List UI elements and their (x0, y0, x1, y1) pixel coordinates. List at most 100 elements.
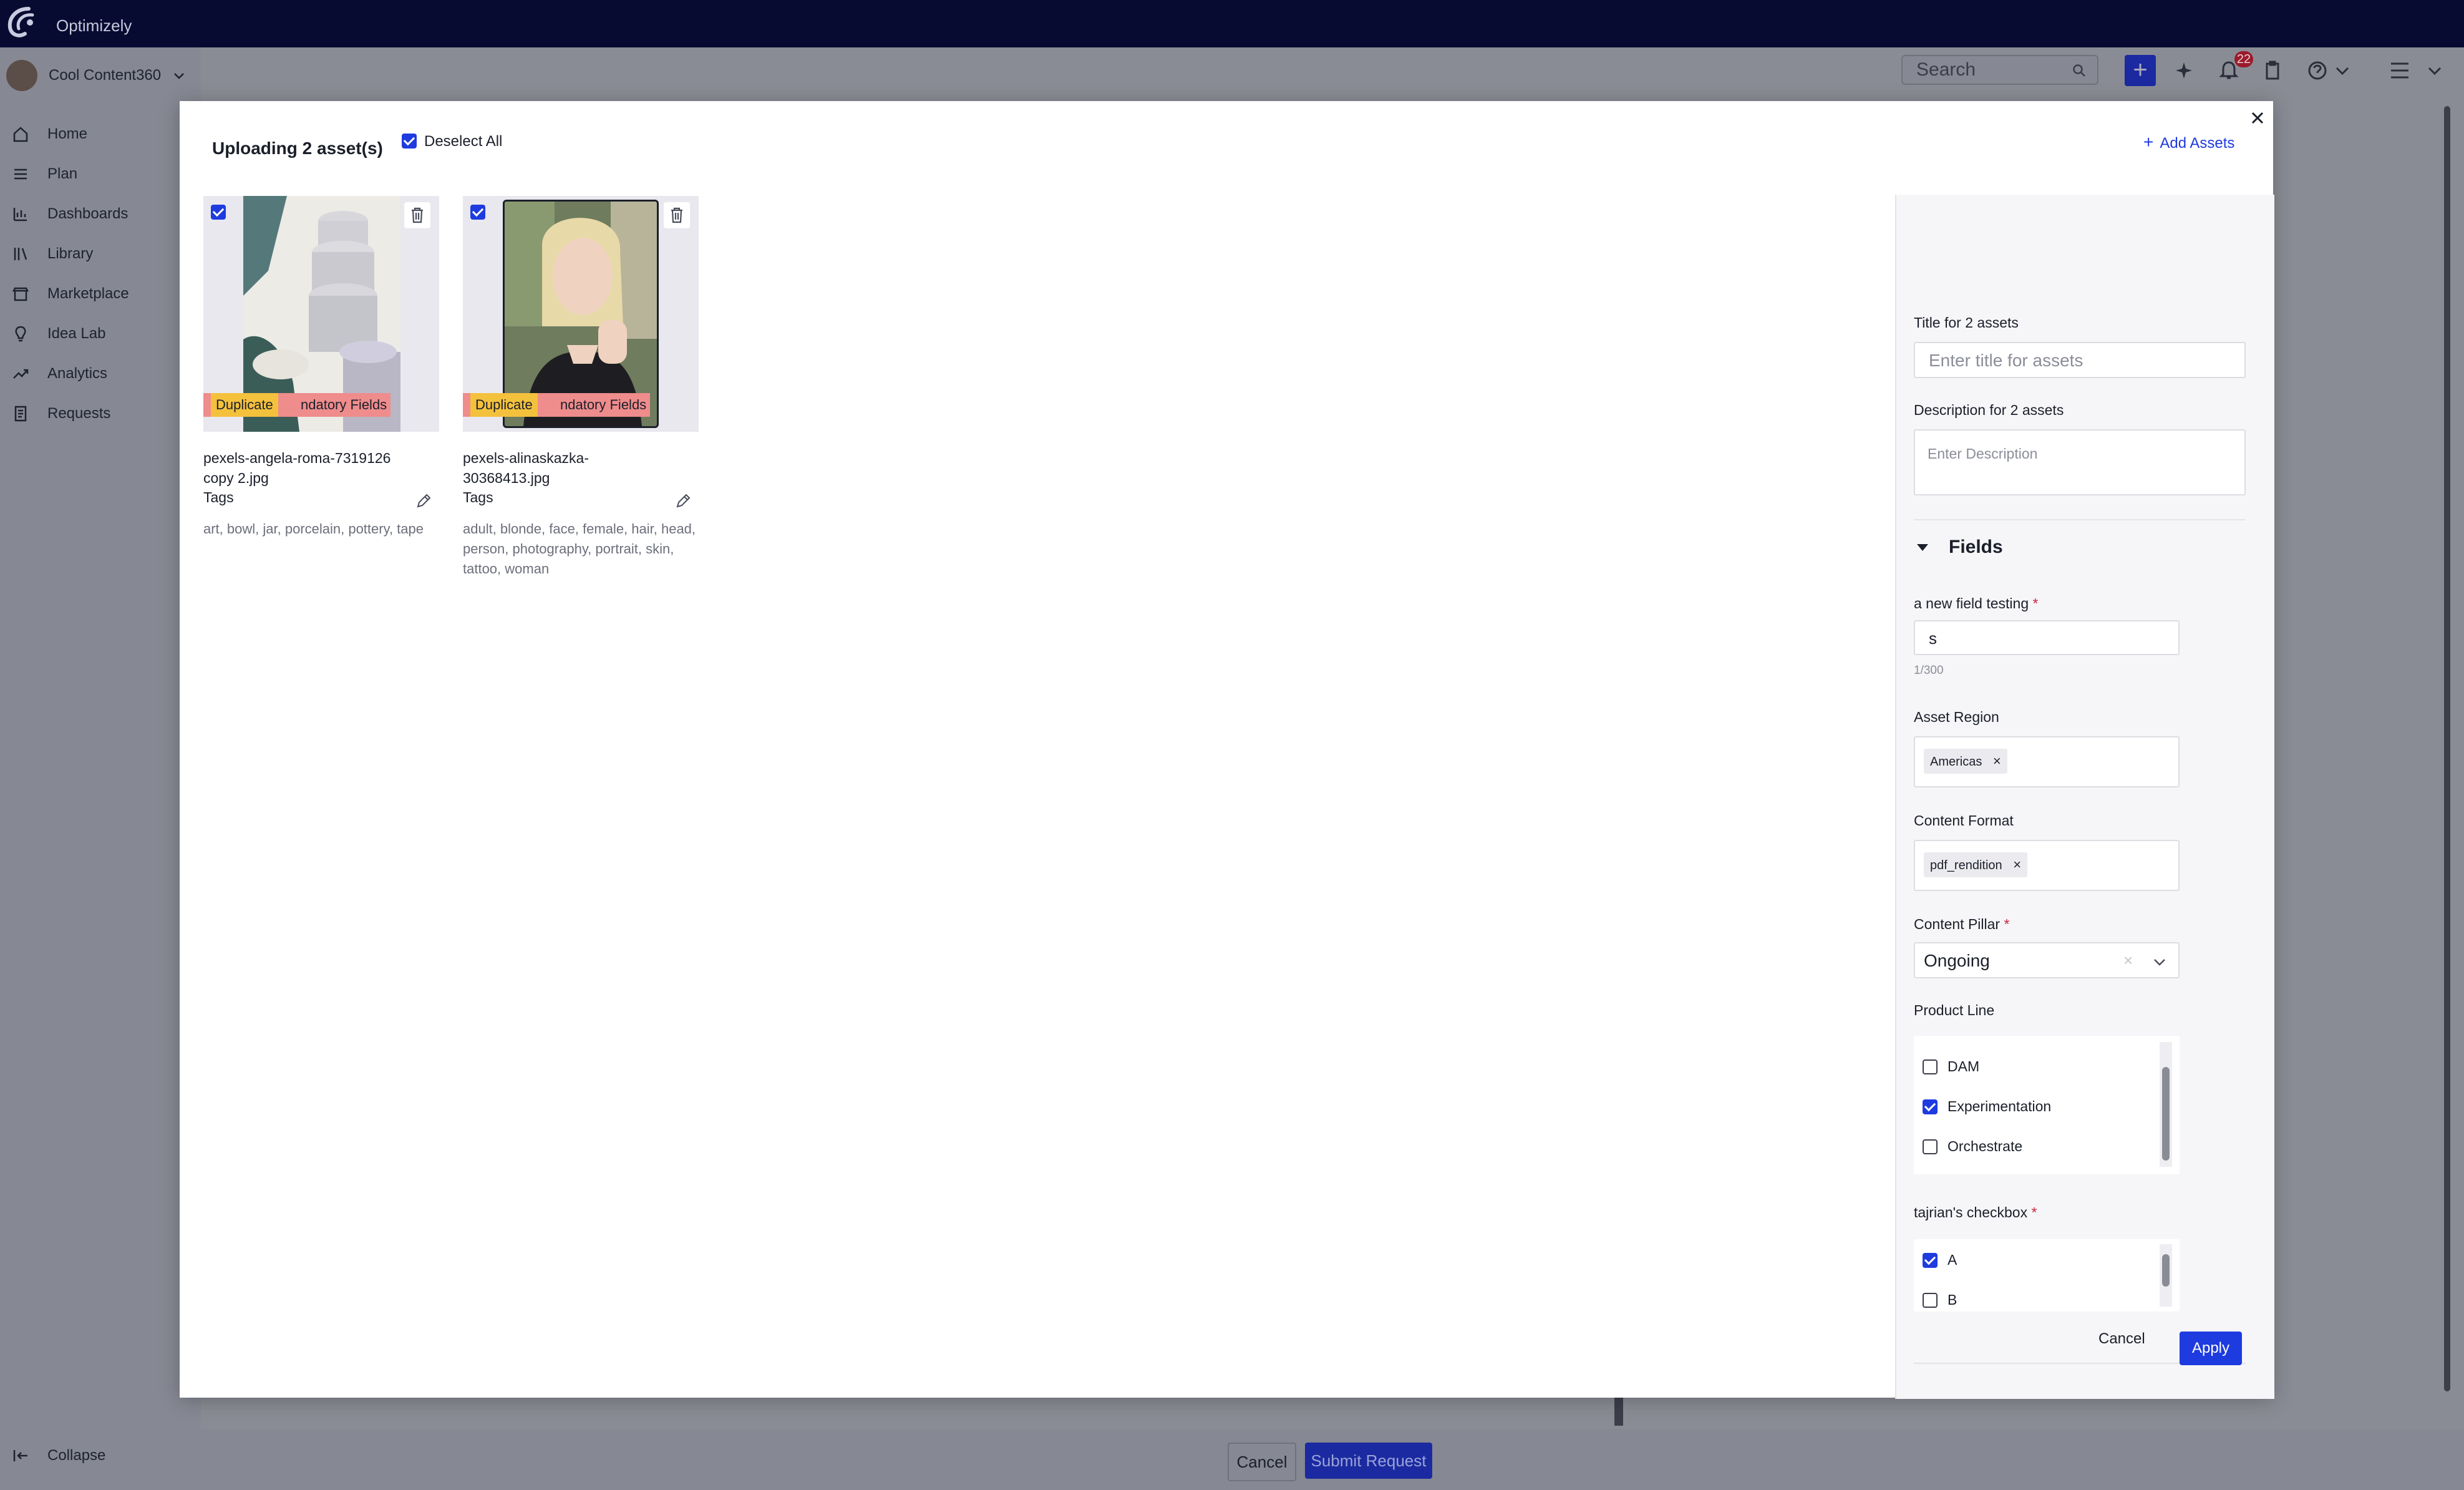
sidebar-item-idea-lab[interactable]: Idea Lab (11, 324, 105, 343)
checkbox[interactable] (1923, 1099, 1938, 1114)
bulk-metadata-panel: Title for 2 assets Enter title for asset… (1895, 195, 2274, 1399)
chevron-down-icon[interactable] (2152, 955, 2167, 970)
create-button[interactable]: + (2125, 55, 2156, 86)
sidebar-item-analytics[interactable]: Analytics (11, 364, 107, 383)
clipboard-icon[interactable] (2261, 59, 2284, 82)
format-chip: pdf_rendition × (1924, 852, 2028, 877)
close-icon[interactable] (2248, 109, 2267, 127)
product-line-option[interactable]: Orchestrate (1923, 1138, 2022, 1155)
panel-layout-icon[interactable] (2388, 59, 2412, 82)
asset-filename: pexels-alinaskazka-30368413.jpg (463, 450, 589, 486)
sidebar-item-label: Idea Lab (47, 325, 106, 342)
description-placeholder: Enter Description (1928, 446, 2038, 462)
request-cancel-button[interactable]: Cancel (1228, 1443, 1296, 1481)
content-pillar-select[interactable]: Ongoing × (1914, 942, 2180, 978)
scrollbar-track (2160, 1042, 2172, 1167)
checkbox[interactable] (1923, 1139, 1938, 1154)
sidebar-item-home[interactable]: Home (11, 125, 87, 144)
list-icon (14, 168, 27, 180)
asset-select-checkbox[interactable] (470, 205, 485, 220)
asset-select-checkbox[interactable] (211, 205, 226, 220)
sidebar-item-dashboards[interactable]: Dashboards (11, 205, 128, 223)
checkbox[interactable] (1923, 1252, 1938, 1268)
sidebar-item-requests[interactable]: Requests (11, 404, 110, 423)
divider (1914, 519, 2246, 520)
help-icon[interactable] (2306, 59, 2329, 82)
add-assets-label: Add Assets (2160, 135, 2235, 152)
delete-asset-button[interactable] (664, 202, 690, 228)
required-asterisk: * (2032, 595, 2039, 611)
asset-card[interactable]: ndatory Fields Duplicate (203, 196, 439, 432)
checkbox-option[interactable]: A (1923, 1252, 1957, 1268)
library-icon (14, 248, 27, 260)
chevron-down-icon[interactable] (2423, 59, 2447, 82)
modal-title: Uploading 2 asset(s) (212, 139, 383, 158)
description-label: Description for 2 assets (1914, 402, 2064, 418)
asset-card[interactable]: ndatory Fields Duplicate (463, 196, 699, 432)
field-label-text: tajrian's checkbox (1914, 1204, 2028, 1220)
sidebar-item-label: Plan (47, 165, 78, 182)
caret-down-icon (1917, 544, 1928, 551)
add-assets-button[interactable]: + Add Assets (2143, 132, 2234, 152)
remove-chip-icon[interactable]: × (1993, 753, 2001, 769)
delete-asset-button[interactable] (404, 202, 430, 228)
checkbox-option[interactable]: B (1923, 1292, 1957, 1308)
workspace-name: Cool Content360 (49, 67, 162, 84)
asset-tags: adult, blonde, face, female, hair, head,… (463, 521, 696, 577)
optimizely-logo-icon[interactable] (4, 4, 39, 41)
tajrian-checkbox-label: tajrian's checkbox * (1914, 1204, 2037, 1221)
document-icon (14, 406, 27, 422)
sidebar-item-plan[interactable]: Plan (11, 165, 77, 183)
submit-request-button[interactable]: Submit Request (1305, 1443, 1432, 1479)
error-text: ndatory Fields (560, 397, 647, 412)
sidebar-collapse[interactable]: Collapse (11, 1446, 105, 1465)
trash-icon (412, 207, 423, 223)
workspace-switcher[interactable]: Cool Content360 (6, 60, 186, 91)
checkbox[interactable] (1923, 1059, 1938, 1074)
description-input[interactable]: Enter Description (1914, 429, 2246, 495)
scrollbar-thumb[interactable] (2162, 1067, 2170, 1161)
sidebar-item-label: Dashboards (47, 205, 129, 222)
required-asterisk: * (2004, 916, 2010, 932)
chip-label: Americas (1930, 755, 1982, 769)
sidebar-item-marketplace[interactable]: Marketplace (11, 285, 129, 303)
title-placeholder: Enter title for assets (1929, 351, 2083, 370)
apply-button[interactable]: Apply (2180, 1332, 2242, 1365)
character-counter: 1/300 (1914, 664, 1944, 677)
duplicate-badge: Duplicate (211, 393, 278, 417)
deselect-all-label[interactable]: Deselect All (424, 133, 502, 150)
sidebar: Home Plan Dashboards Library Marketplace… (0, 47, 201, 1490)
chevron-down-icon (174, 73, 185, 79)
store-icon (12, 287, 29, 301)
scrollbar-thumb[interactable] (2162, 1254, 2170, 1287)
sparkle-icon[interactable] (2174, 59, 2198, 82)
asset-region-multiselect[interactable]: Americas × (1914, 736, 2180, 787)
product-line-option[interactable]: DAM (1923, 1058, 1979, 1075)
search-input[interactable]: Search (1901, 55, 2098, 85)
new-field-input[interactable]: s (1914, 620, 2180, 655)
chevron-down-icon[interactable] (2331, 59, 2354, 82)
cancel-button[interactable]: Cancel (2098, 1330, 2145, 1348)
deselect-all-checkbox[interactable] (402, 134, 417, 149)
asset-filename: pexels-angela-roma-7319126 copy 2.jpg (203, 450, 391, 486)
clear-icon[interactable]: × (2123, 951, 2133, 970)
bar-chart-icon (13, 208, 27, 222)
tags-label: Tags (203, 489, 234, 505)
page-scrollbar[interactable] (2444, 106, 2450, 1391)
tajrian-checkbox-list: A B (1914, 1239, 2180, 1312)
fields-section-toggle[interactable]: Fields (1915, 537, 2003, 558)
pencil-icon[interactable] (414, 492, 433, 510)
top-bar: Optimizely (0, 0, 2464, 47)
pencil-icon[interactable] (674, 492, 692, 510)
content-format-multiselect[interactable]: pdf_rendition × (1914, 840, 2180, 891)
title-label: Title for 2 assets (1914, 314, 2019, 331)
checkbox[interactable] (1923, 1292, 1938, 1308)
collapse-icon (13, 1450, 27, 1461)
option-label: DAM (1947, 1058, 1980, 1074)
title-input[interactable]: Enter title for assets (1914, 342, 2246, 378)
remove-chip-icon[interactable]: × (2013, 857, 2021, 872)
sidebar-item-library[interactable]: Library (11, 245, 93, 263)
option-label: B (1947, 1292, 1957, 1308)
product-line-option[interactable]: Experimentation (1923, 1098, 2051, 1115)
chip-label: pdf_rendition (1930, 859, 2002, 872)
